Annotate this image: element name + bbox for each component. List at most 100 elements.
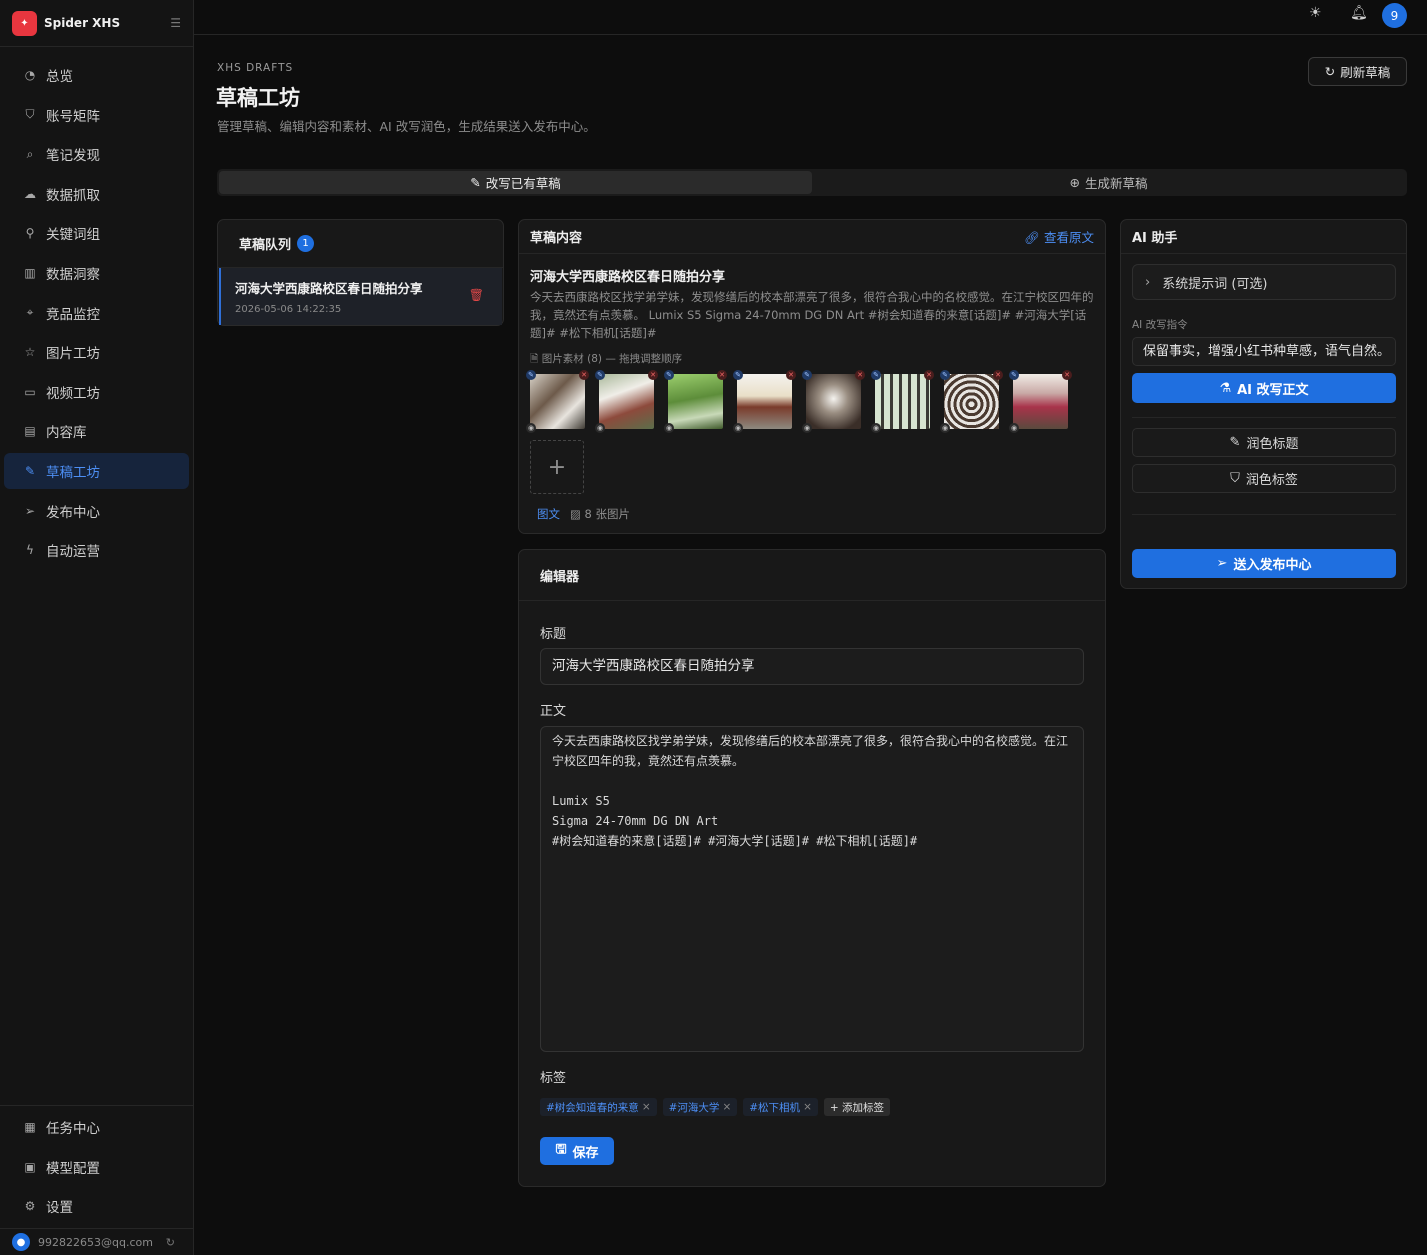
image-thumbnail[interactable]: ✎ ✕ ◉ (526, 370, 589, 433)
image-thumbnail[interactable]: ✎ ✕ ◉ (595, 370, 658, 433)
image-thumbnail[interactable]: ✎ ✕ ◉ (802, 370, 865, 433)
nav-label: 数据抓取 (46, 187, 100, 204)
nav-label: 自动运营 (46, 544, 100, 561)
nav-label: 总览 (46, 69, 73, 85)
preview-image-icon[interactable]: ◉ (1009, 423, 1019, 433)
delete-draft-icon[interactable]: 🗑︎ (469, 288, 484, 302)
nav-item-keywords[interactable]: ⚲ 关键词组 (4, 215, 189, 251)
preview-image-icon[interactable]: ◉ (664, 423, 674, 433)
logout-icon[interactable]: ↻ (166, 1236, 175, 1249)
title-input[interactable]: 河海大学西康路校区春日随拍分享 (540, 648, 1084, 685)
nav-item-overview[interactable]: ◔ 总览 (4, 57, 189, 93)
app-logo: ✦ (12, 10, 37, 36)
nav-label: 视频工坊 (46, 385, 100, 402)
delete-image-icon[interactable]: ✕ (786, 370, 796, 380)
theme-toggle-icon[interactable]: ☀ (1309, 5, 1322, 21)
draft-title: 河海大学西康路校区春日随拍分享 (530, 270, 726, 285)
nav-label: 关键词组 (46, 227, 100, 244)
delete-image-icon[interactable]: ✕ (924, 370, 934, 380)
ai-assistant-title: AI 助手 (1132, 231, 1178, 246)
edit-image-icon[interactable]: ✎ (802, 370, 812, 380)
page-title: 草稿工坊 (216, 86, 300, 110)
notification-badge[interactable]: 9 (1382, 3, 1407, 28)
remove-tag-icon[interactable]: × (642, 1101, 651, 1113)
remove-tag-icon[interactable]: × (803, 1101, 812, 1113)
tab-generate-draft[interactable]: ⊕ 生成新草稿 (812, 171, 1405, 194)
delete-image-icon[interactable]: ✕ (717, 370, 727, 380)
nav-item-accounts[interactable]: ⛉ 账号矩阵 (4, 97, 189, 133)
nav-item-draft-studio[interactable]: ✎ 草稿工坊 (4, 452, 189, 489)
polish-tags-button[interactable]: ⛉ 润色标签 (1132, 464, 1396, 493)
nav-item-insights[interactable]: ▥ 数据洞察 (4, 255, 189, 291)
preview-image-icon[interactable]: ◉ (733, 423, 743, 433)
nav-item-publish-center[interactable]: ➢ 发布中心 (4, 493, 189, 529)
edit-image-icon[interactable]: ✎ (526, 370, 536, 380)
collapse-sidebar-icon[interactable]: ☰ (170, 16, 181, 30)
image-icon: ▨ (570, 507, 581, 521)
nav-item-auto-ops[interactable]: ϟ 自动运营 (4, 532, 189, 568)
image-thumbnail[interactable]: ✎ ✕ ◉ (733, 370, 796, 433)
app-name: Spider XHS (44, 16, 121, 30)
edit-image-icon[interactable]: ✎ (940, 370, 950, 380)
save-button[interactable]: 🖫 保存 (540, 1137, 614, 1165)
ai-rewrite-label: AI 改写正文 (1237, 382, 1309, 398)
nav-item-model-config[interactable]: ▣ 模型配置 (4, 1149, 189, 1185)
remove-tag-icon[interactable]: × (722, 1101, 731, 1113)
edit-image-icon[interactable]: ✎ (733, 370, 743, 380)
ai-rewrite-button[interactable]: ⚗ AI 改写正文 (1132, 373, 1396, 403)
preview-image-icon[interactable]: ◉ (871, 423, 881, 433)
edit-image-icon[interactable]: ✎ (871, 370, 881, 380)
add-image-button[interactable]: + (530, 440, 584, 494)
delete-image-icon[interactable]: ✕ (648, 370, 658, 380)
system-prompt-label: 系统提示词 (可选) (1162, 276, 1268, 292)
view-original-link[interactable]: 🔗︎ 查看原文 (1024, 227, 1094, 246)
video-icon: ▭ (24, 384, 36, 399)
model-icon: ▣ (24, 1159, 36, 1174)
queue-item-title: 河海大学西康路校区春日随拍分享 (235, 281, 423, 296)
delete-image-icon[interactable]: ✕ (855, 370, 865, 380)
nav-item-settings[interactable]: ⚙ 设置 (4, 1188, 189, 1224)
image-thumbnail[interactable]: ✎ ✕ ◉ (1009, 370, 1072, 433)
draft-content-header: 草稿内容 🔗︎ 查看原文 (519, 220, 1105, 254)
send-to-publish-button[interactable]: ➢ 送入发布中心 (1132, 549, 1396, 578)
delete-image-icon[interactable]: ✕ (579, 370, 589, 380)
queue-item[interactable]: 河海大学西康路校区春日随拍分享 2026-05-06 14:22:35 🗑︎ (219, 268, 502, 325)
add-tag-button[interactable]: + 添加标签 (823, 1098, 891, 1116)
nav-item-task-center[interactable]: ▦ 任务中心 (4, 1109, 189, 1145)
tag-chip[interactable]: #树会知道春的来意 × (540, 1098, 657, 1116)
preview-image-icon[interactable]: ◉ (940, 423, 950, 433)
preview-image-icon[interactable]: ◉ (526, 423, 536, 433)
image-thumbnail[interactable]: ✎ ✕ ◉ (664, 370, 727, 433)
nav-item-competitors[interactable]: ⌖ 竞品监控 (4, 295, 189, 331)
bell-icon[interactable]: 🔔︎ (1350, 5, 1368, 21)
nav-label: 任务中心 (46, 1121, 100, 1137)
edit-image-icon[interactable]: ✎ (664, 370, 674, 380)
tab-rewrite-draft[interactable]: ✎ 改写已有草稿 (219, 171, 812, 194)
image-thumbnail[interactable]: ✎ ✕ ◉ (871, 370, 934, 433)
refresh-drafts-button[interactable]: ↻ 刷新草稿 (1308, 57, 1407, 86)
system-prompt-toggle[interactable]: › 系统提示词 (可选) (1132, 264, 1396, 300)
user-profile[interactable]: ● 992822653@qq.com ↻ (0, 1228, 193, 1255)
instruction-input[interactable]: 保留事实，增强小红书种草感，语气自然。 (1132, 337, 1396, 366)
nav-item-video-studio[interactable]: ▭ 视频工坊 (4, 374, 189, 410)
nav-item-content-library[interactable]: ▤ 内容库 (4, 413, 189, 449)
tag-chip[interactable]: #松下相机 × (743, 1098, 818, 1116)
nav-item-image-studio[interactable]: ☆ 图片工坊 (4, 334, 189, 370)
delete-image-icon[interactable]: ✕ (1062, 370, 1072, 380)
delete-image-icon[interactable]: ✕ (993, 370, 1003, 380)
post-type-label: 图文 (537, 507, 560, 521)
nav-item-discovery[interactable]: ⌕ 笔记发现 (4, 136, 189, 172)
nav-item-scraping[interactable]: ☁ 数据抓取 (4, 176, 189, 212)
edit-image-icon[interactable]: ✎ (1009, 370, 1019, 380)
preview-image-icon[interactable]: ◉ (595, 423, 605, 433)
preview-image-icon[interactable]: ◉ (802, 423, 812, 433)
divider (1132, 417, 1396, 418)
polish-title-button[interactable]: ✎ 润色标题 (1132, 428, 1396, 457)
body-textarea[interactable]: 今天去西康路校区找学弟学妹，发现修缮后的校本部漂亮了很多，很符合我心中的名校感觉… (540, 726, 1084, 1052)
queue-title: 草稿队列 (239, 238, 292, 253)
image-thumbnail[interactable]: ✎ ✕ ◉ (940, 370, 1003, 433)
tag-chip[interactable]: #河海大学 × (662, 1098, 738, 1116)
edit-image-icon[interactable]: ✎ (595, 370, 605, 380)
pencil-icon: ✎ (470, 175, 481, 190)
chevron-right-icon: › (1145, 274, 1151, 290)
